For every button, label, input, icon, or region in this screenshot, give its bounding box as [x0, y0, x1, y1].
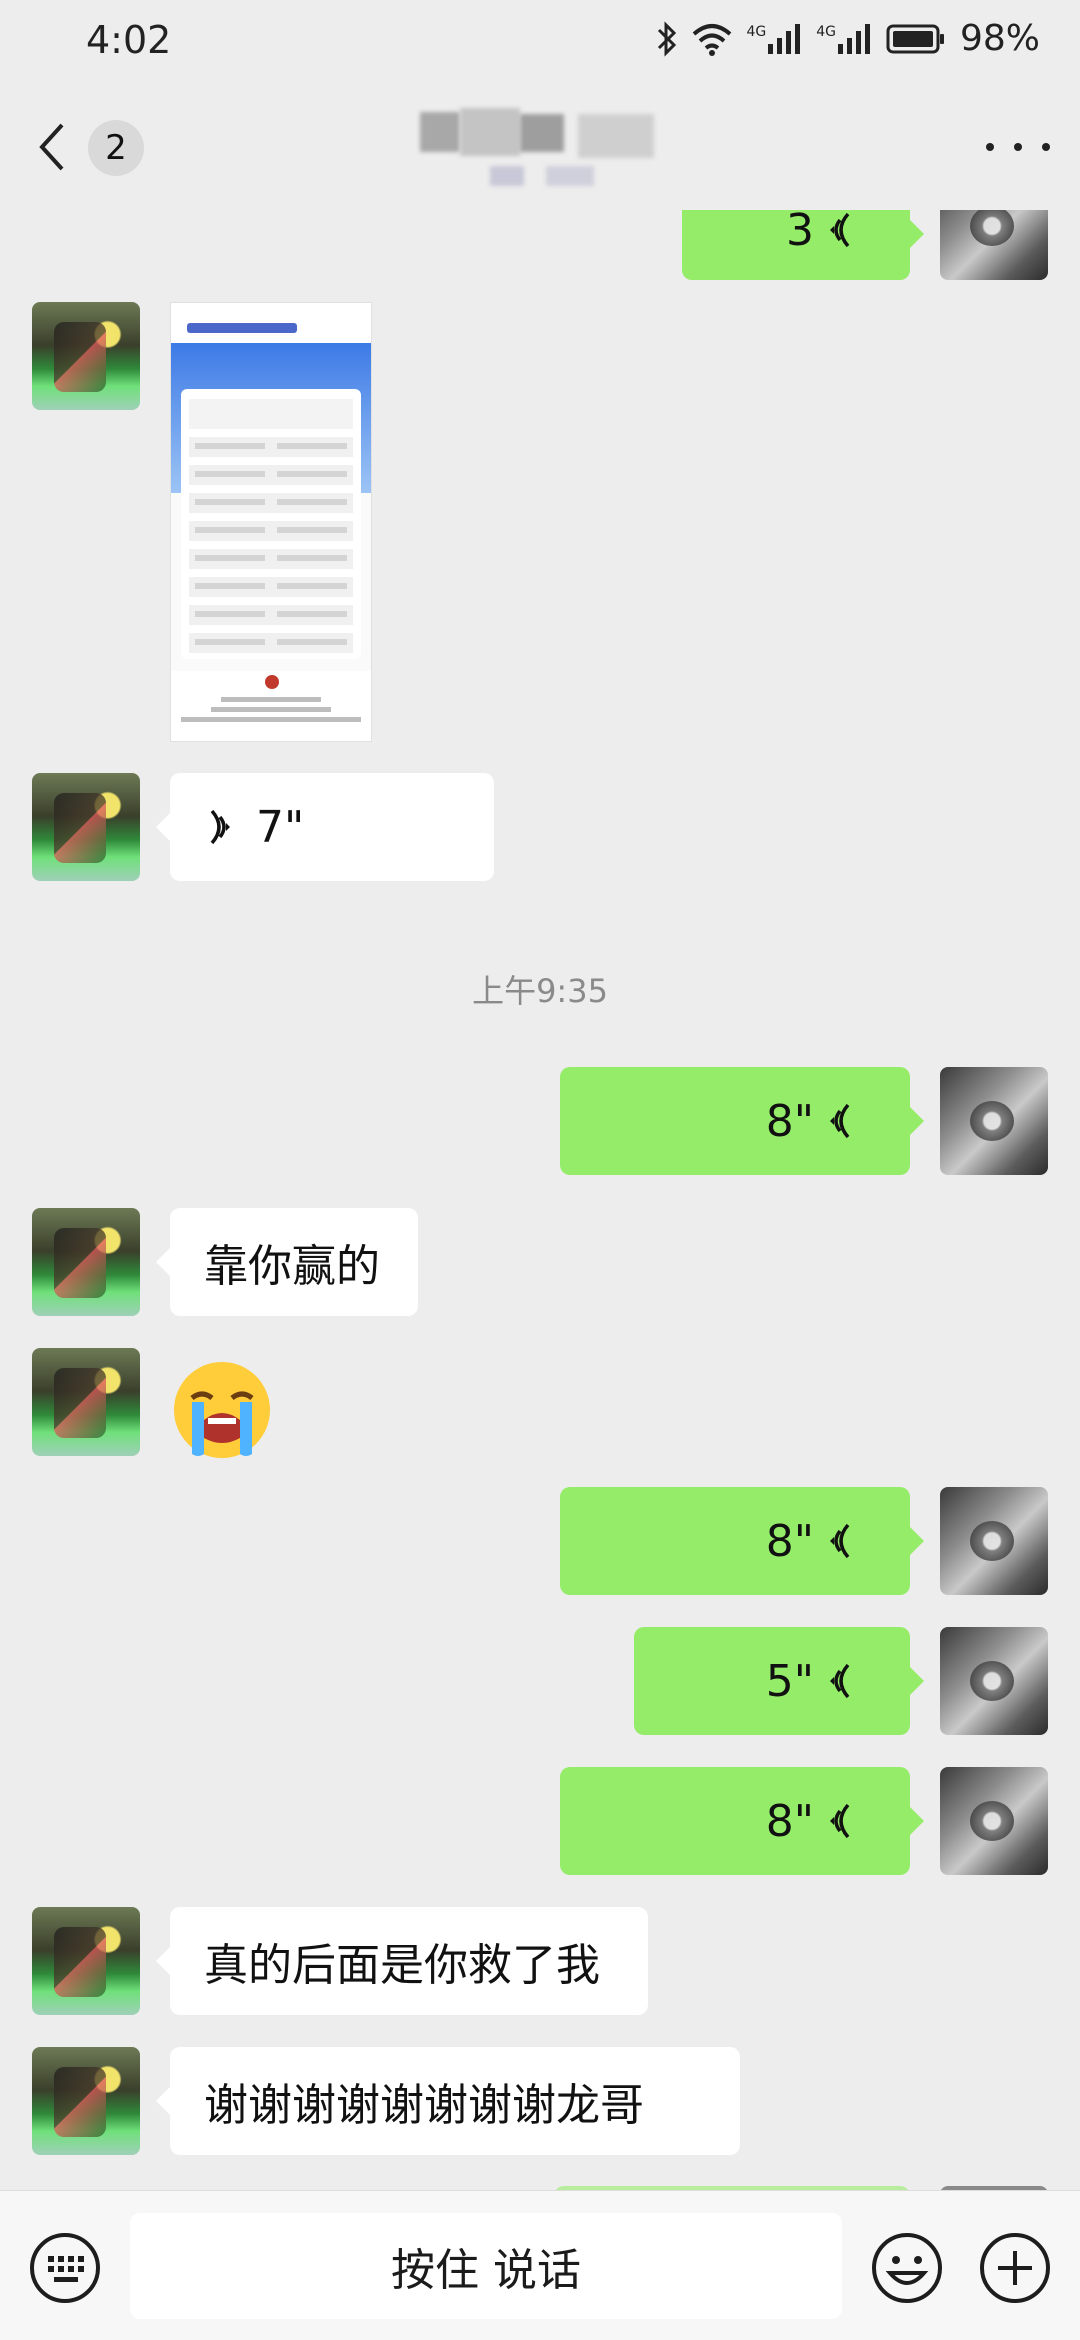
- status-time: 4:02: [86, 18, 172, 62]
- image-title-line: [187, 323, 297, 333]
- contact-avatar[interactable]: [32, 773, 140, 881]
- image-card-row: [189, 521, 353, 541]
- bluetooth-icon: [658, 20, 677, 57]
- chat-message-list[interactable]: 3 7" 上午9:35 8" 靠你赢的 8" 5" 8" 真的后面是你救了我 谢…: [0, 210, 1080, 2190]
- unread-count-badge: 2: [88, 120, 144, 176]
- input-bar: 按住 说话: [0, 2190, 1080, 2340]
- hold-to-talk-button[interactable]: 按住 说话: [130, 2213, 842, 2319]
- loudly-crying-face-icon[interactable]: [170, 1358, 274, 1462]
- incoming-text-message[interactable]: 谢谢谢谢谢谢谢谢龙哥: [156, 2047, 740, 2155]
- image-card-row: [189, 633, 353, 653]
- image-card-row: [189, 577, 353, 597]
- image-topbar: [171, 303, 371, 343]
- voice-wave-icon: [830, 212, 850, 248]
- voice-duration: 7": [256, 801, 305, 853]
- message-text: 靠你赢的: [204, 1241, 380, 1292]
- chevron-left-icon: [39, 123, 64, 171]
- more-options-button[interactable]: [986, 122, 1050, 172]
- contact-avatar[interactable]: [32, 1208, 140, 1316]
- image-card-row: [189, 465, 353, 485]
- image-card-row: [189, 549, 353, 569]
- my-avatar[interactable]: [940, 1627, 1048, 1735]
- voice-duration: 8": [765, 1095, 814, 1147]
- voice-wave-icon: [830, 1523, 850, 1559]
- my-avatar[interactable]: [940, 210, 1048, 280]
- incoming-text-message[interactable]: 靠你赢的: [156, 1208, 418, 1316]
- image-footer-line: [211, 707, 331, 712]
- network-type-2: 4G: [816, 23, 836, 40]
- incoming-text-message[interactable]: 真的后面是你救了我: [156, 1907, 648, 2015]
- contact-avatar[interactable]: [32, 1907, 140, 2015]
- network-type-1: 4G: [746, 23, 767, 40]
- dot: [1014, 143, 1022, 151]
- message-text: 谢谢谢谢谢谢谢谢龙哥: [204, 2080, 644, 2131]
- voice-wave-icon: [830, 1803, 850, 1839]
- image-footer-line: [181, 717, 361, 722]
- cellular-signal-1: 4G: [746, 23, 802, 54]
- keyboard-toggle-icon[interactable]: [28, 2231, 102, 2305]
- dot: [1042, 143, 1050, 151]
- voice-duration: 8": [765, 1515, 814, 1567]
- image-card-head: [189, 399, 353, 429]
- image-seal: [265, 675, 279, 689]
- contact-avatar[interactable]: [32, 302, 140, 410]
- outgoing-voice-message[interactable]: 5": [634, 1627, 924, 1735]
- voice-wave-icon: [830, 1103, 850, 1139]
- voice-duration: 3: [786, 210, 814, 256]
- message-timestamp: 上午9:35: [472, 972, 608, 1010]
- image-score-card: [181, 389, 361, 659]
- voice-wave-icon: [830, 1663, 850, 1699]
- outgoing-voice-message[interactable]: 8": [560, 1487, 924, 1595]
- contact-name-blurred: [410, 104, 670, 196]
- battery-percent: 98%: [959, 18, 1040, 59]
- image-card-row: [189, 493, 353, 513]
- image-message[interactable]: [170, 302, 372, 742]
- outgoing-voice-message[interactable]: 8": [560, 1767, 924, 1875]
- status-bar: 4:02 4G 4G 98%: [0, 0, 1080, 84]
- status-icons: 4G 4G 98%: [656, 18, 1040, 59]
- signal-bars-icon: [837, 23, 870, 54]
- image-card-row: [189, 437, 353, 457]
- image-footer: [171, 671, 371, 741]
- voice-wave-icon: [210, 809, 230, 845]
- dot: [986, 143, 994, 151]
- voice-duration: 5": [765, 1655, 814, 1707]
- contact-avatar[interactable]: [32, 1348, 140, 1456]
- message-text: 真的后面是你救了我: [204, 1940, 600, 1991]
- wifi-icon: [693, 23, 732, 56]
- back-button[interactable]: 2: [36, 114, 156, 180]
- incoming-voice-message[interactable]: 7": [156, 773, 494, 881]
- image-card-row: [189, 605, 353, 625]
- emoji-icon[interactable]: [870, 2231, 944, 2305]
- voice-duration: 8": [765, 1795, 814, 1847]
- my-avatar[interactable]: [940, 1067, 1048, 1175]
- cellular-signal-2: 4G: [816, 23, 872, 54]
- outgoing-voice-message[interactable]: 8": [560, 1067, 924, 1175]
- image-footer-line: [221, 697, 321, 702]
- chat-header: 2: [0, 84, 1080, 210]
- contact-avatar[interactable]: [32, 2047, 140, 2155]
- add-icon[interactable]: [978, 2231, 1052, 2305]
- my-avatar[interactable]: [940, 1767, 1048, 1875]
- battery-icon: [886, 24, 944, 53]
- signal-bars-icon: [768, 23, 801, 54]
- my-avatar[interactable]: [940, 1487, 1048, 1595]
- outgoing-voice-message[interactable]: 3: [682, 210, 924, 280]
